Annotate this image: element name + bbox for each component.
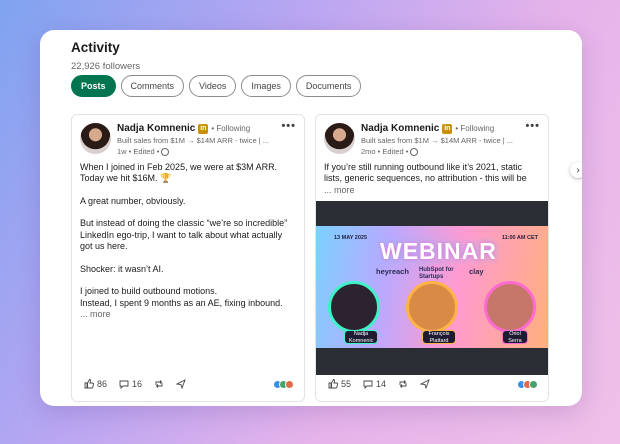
comment-icon — [363, 380, 373, 389]
thumbs-up-icon — [328, 379, 338, 389]
webinar-banner: 13 MAY 2025 11:00 AM CET WEBINAR heyreac… — [316, 226, 548, 348]
speaker-photo — [484, 281, 536, 333]
send-button[interactable] — [420, 379, 430, 389]
reaction-icons[interactable] — [273, 379, 294, 389]
tab-images[interactable]: Images — [241, 75, 291, 97]
linkedin-badge-icon: in — [442, 123, 453, 134]
repost-icon — [399, 380, 407, 388]
webinar-title: WEBINAR — [380, 238, 497, 264]
post-media-image[interactable]: 13 MAY 2025 11:00 AM CET WEBINAR heyreac… — [316, 201, 548, 375]
post-card[interactable]: Nadja Komnenic in • Following Built sale… — [315, 114, 549, 402]
filter-tabs: Posts Comments Videos Images Documents — [71, 75, 362, 97]
speaker-photo — [328, 281, 380, 333]
like-count: 86 — [97, 379, 108, 389]
clay-logo: clay — [468, 267, 484, 276]
heyreach-logo: heyreach — [376, 267, 409, 276]
avatar[interactable] — [324, 123, 355, 154]
post-body: When I joined in Feb 2025, we were at $3… — [80, 162, 296, 320]
send-icon — [176, 379, 186, 389]
webinar-date: 13 MAY 2025 — [334, 235, 368, 241]
comment-button[interactable]: 16 — [119, 379, 142, 389]
post-actions: 55 14 — [328, 377, 538, 391]
speaker-name: Oriol Serra — [502, 330, 528, 344]
post-card[interactable]: Nadja Komnenic in • Following Built sale… — [71, 114, 305, 402]
repost-icon — [155, 380, 163, 388]
following-status: • Following — [455, 124, 495, 133]
author-name[interactable]: Nadja Komnenic — [361, 123, 439, 134]
speaker-name: Nadja Komnenic — [344, 330, 378, 344]
like-button[interactable]: 55 — [328, 379, 351, 389]
chevron-right-icon: › — [576, 164, 580, 176]
post-paragraph: When I joined in Feb 2025, we were at $3… — [80, 162, 278, 184]
author-name[interactable]: Nadja Komnenic — [117, 123, 195, 134]
tab-documents[interactable]: Documents — [295, 75, 362, 97]
send-button[interactable] — [176, 379, 186, 389]
post-meta: Nadja Komnenic in • Following Built sale… — [361, 123, 540, 156]
author-headline: Built sales from $1M → $14M ARR - twice … — [117, 136, 269, 145]
more-options-icon[interactable]: ••• — [281, 120, 296, 132]
activity-card: Activity 22,926 followers Posts Comments… — [40, 30, 582, 406]
tab-comments[interactable]: Comments — [120, 75, 185, 97]
like-count: 55 — [341, 379, 352, 389]
comment-count: 14 — [376, 379, 387, 389]
post-paragraph: If you’re still running outbound like it… — [324, 162, 527, 184]
reaction-icons[interactable] — [517, 379, 538, 389]
globe-icon — [161, 147, 170, 156]
thumbs-up-icon — [84, 379, 94, 389]
post-meta: Nadja Komnenic in • Following Built sale… — [117, 123, 296, 156]
avatar[interactable] — [80, 123, 111, 154]
see-more-link[interactable]: ... more — [80, 309, 111, 319]
love-reaction-icon — [285, 379, 294, 389]
like-button[interactable]: 86 — [84, 379, 107, 389]
carousel-next-button[interactable]: › — [570, 162, 582, 178]
comment-button[interactable]: 14 — [363, 379, 386, 389]
webinar-time: 11:00 AM CET — [501, 235, 538, 241]
post-body: If you’re still running outbound like it… — [324, 162, 540, 196]
hubspot-logo: HubSpot for Startups — [418, 267, 454, 280]
speaker-photo — [406, 281, 458, 333]
tab-posts[interactable]: Posts — [71, 75, 116, 97]
post-paragraph: But instead of doing the classic “we’re … — [80, 218, 288, 252]
more-options-icon[interactable]: ••• — [525, 120, 540, 132]
post-paragraph: Shocker: it wasn’t AI. — [80, 263, 164, 274]
repost-button[interactable] — [398, 379, 408, 389]
comment-count: 16 — [132, 379, 143, 389]
activity-header: Activity 22,926 followers — [71, 40, 140, 72]
page-title: Activity — [71, 40, 120, 55]
following-status: • Following — [211, 124, 251, 133]
comment-icon — [119, 380, 129, 389]
repost-button[interactable] — [154, 379, 164, 389]
post-time: 2mo • Edited • — [361, 147, 409, 156]
send-icon — [420, 379, 430, 389]
webinar-logos: heyreach HubSpot for Startups clay — [376, 267, 484, 281]
post-actions: 86 16 — [84, 377, 294, 391]
globe-icon — [410, 147, 419, 156]
post-paragraph: A great number, obviously. — [80, 195, 186, 206]
speaker-name: François Plattard — [422, 330, 456, 344]
tab-videos[interactable]: Videos — [189, 75, 237, 97]
post-paragraph: I joined to build outbound motions. Inst… — [80, 286, 283, 308]
celebrate-reaction-icon — [529, 379, 538, 389]
author-headline: Built sales from $1M → $14M ARR - twice … — [361, 136, 513, 145]
see-more-link[interactable]: ... more — [324, 185, 355, 195]
post-time: 1w • Edited • — [117, 147, 160, 156]
linkedin-badge-icon: in — [198, 123, 209, 134]
followers-count: 22,926 followers — [71, 61, 141, 72]
